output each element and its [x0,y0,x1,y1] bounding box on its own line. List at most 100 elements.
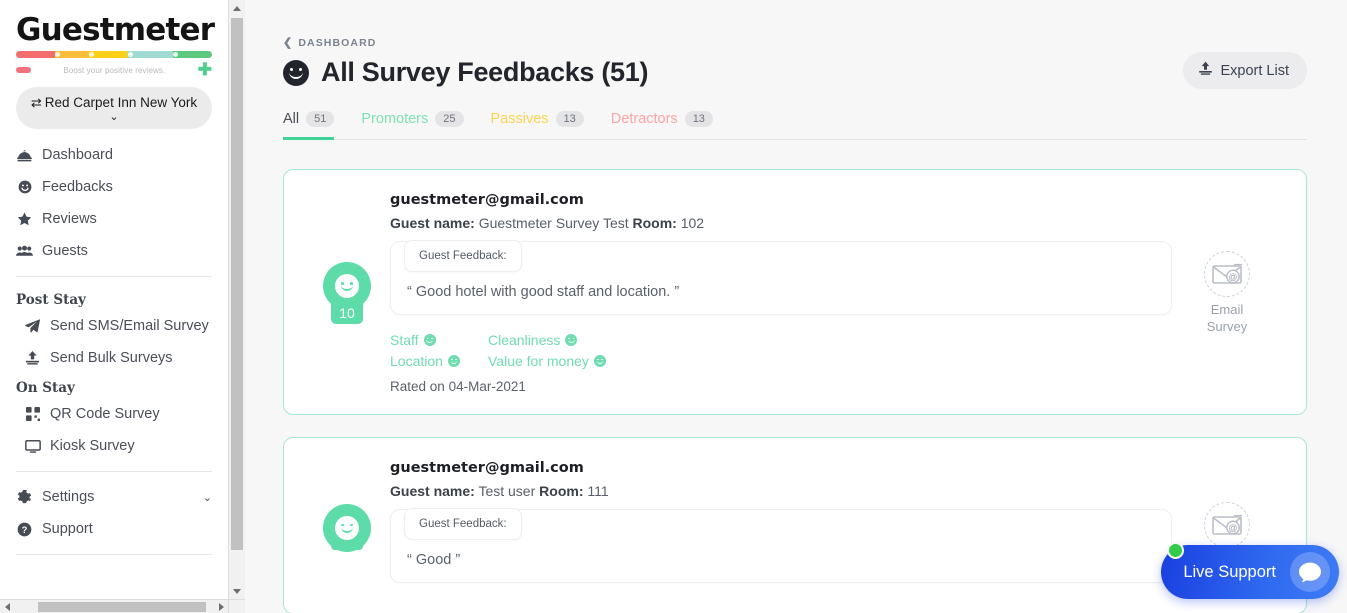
smiley-icon [16,180,33,194]
email-at-envelope-icon: @ [1204,501,1250,548]
breadcrumb-label: DASHBOARD [298,36,377,49]
scrollbar-corner [228,599,245,613]
feedback-filter-tabs: All 51 Promoters 25 Passives 13 Detracto… [283,111,1307,140]
chevron-down-icon[interactable]: ⌄ [203,491,212,504]
tab-label: Detractors [610,111,678,127]
tab-detractors[interactable]: Detractors 13 [611,111,713,140]
tab-count: 25 [435,111,464,127]
sidebar-item-label: Reviews [42,211,97,227]
dashboard-bell-icon [16,149,33,162]
happy-face-icon [447,355,460,367]
category-rating: Staff [390,332,488,348]
gear-icon [16,489,33,505]
svg-text:?: ? [22,524,28,534]
scroll-left-button[interactable] [0,600,14,613]
happy-face-icon [423,334,436,346]
tab-count: 13 [555,111,584,127]
chevron-left-icon: ❮ [283,37,294,49]
sidebar-item-support[interactable]: ? Support [0,513,228,545]
sidebar-group-on-stay: On Stay [16,380,75,396]
rated-on-prefix: Rated on [390,379,445,394]
live-support-button[interactable]: Live Support [1161,542,1339,599]
vertical-scrollbar-thumb[interactable] [231,18,243,550]
category-label: Value for money [488,353,589,369]
chat-bubble-icon [1290,552,1330,592]
sidebar-vertical-scrollbar[interactable] [228,0,245,600]
page-title-row: All Survey Feedbacks (51) [283,57,1307,88]
property-selector[interactable]: ⇄ Red Carpet Inn New York ⌄ [16,87,212,129]
main-inner: ❮ DASHBOARD All Survey Feedbacks (51) Ex… [245,0,1347,613]
qr-code-icon [24,407,41,421]
guest-email: guestmeter@gmail.com [390,460,584,476]
chevron-down-icon[interactable]: ⌄ [26,112,202,123]
sidebar-item-dashboard[interactable]: Dashboard [0,139,228,171]
export-list-label: Export List [1220,62,1290,79]
scroll-right-button[interactable] [214,600,228,613]
breadcrumb[interactable]: ❮ DASHBOARD [283,36,1307,50]
brand-tagline: Boost your positive reviews. [63,65,166,75]
feedback-card[interactable]: 10 guestmeter@gmail.com Guest name: Gues… [283,169,1307,415]
sidebar-item-label: Guests [42,243,88,259]
plus-icon: ✚ [197,60,212,79]
sidebar-horizontal-scrollbar[interactable] [0,599,245,613]
room-value: 102 [680,215,705,231]
nps-score-badge: 10 [323,262,371,324]
smiley-icon [283,59,309,86]
tab-count: 13 [684,111,713,127]
score-circle [323,262,371,310]
brand-logo-text: Guestmeter [16,12,215,48]
category-label: Staff [390,332,419,348]
guest-email: guestmeter@gmail.com [390,192,584,208]
category-rating: Cleanliness [488,332,1172,348]
sidebar-item-guests[interactable]: Guests [0,235,228,267]
tab-label: Promoters [361,111,429,127]
tab-all[interactable]: All 51 [283,111,335,140]
sidebar-item-reviews[interactable]: Reviews [0,203,228,235]
feedback-card-list: 10 guestmeter@gmail.com Guest name: Gues… [283,169,1307,613]
category-rating: Location [390,353,488,369]
sidebar-item-send-sms-email-survey[interactable]: Send SMS/Email Survey [0,310,228,342]
score-circle [323,503,371,552]
happy-face-icon [335,274,359,298]
star-icon [16,212,33,226]
sidebar-item-label: Dashboard [42,147,113,163]
sidebar-item-send-bulk-surveys[interactable]: Send Bulk Surveys [0,342,228,374]
online-status-dot [1167,542,1185,559]
tab-passives[interactable]: Passives 13 [491,111,584,140]
scroll-down-button[interactable] [229,583,245,600]
swap-icon: ⇄ [30,95,42,110]
feedback-card[interactable]: guestmeter@gmail.com Guest name: Test us… [283,437,1307,613]
paper-plane-icon [24,319,41,333]
sidebar-item-label: Send SMS/Email Survey [50,318,209,334]
category-rating: Value for money [488,353,1172,369]
export-list-button[interactable]: Export List [1182,52,1307,89]
sidebar-item-qr-code-survey[interactable]: QR Code Survey [0,398,228,430]
room-value: 111 [587,483,609,499]
guest-name-value: Guestmeter Survey Test [478,215,629,231]
guest-feedback-label: Guest Feedback: [404,240,522,272]
horizontal-scrollbar-thumb[interactable] [38,602,206,612]
sidebar-item-kiosk-survey[interactable]: Kiosk Survey [0,430,228,462]
brand-color-bar [16,51,212,58]
happy-face-icon [593,355,606,367]
scroll-up-button[interactable] [229,0,245,17]
question-circle-icon: ? [16,522,33,537]
brand-block: Guestmeter Boost your positive reviews. … [0,0,228,79]
sidebar-divider-3 [16,554,212,555]
guest-meta: Guest name: Test user Room: 111 [390,483,1172,499]
live-support-label: Live Support [1183,562,1276,581]
feedback-body: guestmeter@gmail.com Guest name: Test us… [386,460,1172,593]
sidebar-item-label: Feedbacks [42,179,113,195]
category-label: Cleanliness [488,332,561,348]
tab-promoters[interactable]: Promoters 25 [361,111,464,140]
sidebar-nav: Dashboard Feedbacks Reviews Guests Post … [0,139,228,555]
email-at-envelope-icon: @ [1204,251,1250,297]
app-root: Guestmeter Boost your positive reviews. … [0,0,1347,613]
happy-face-icon [335,515,359,540]
sidebar-item-feedbacks[interactable]: Feedbacks [0,171,228,203]
sidebar-item-settings[interactable]: Settings ⌄ [0,481,228,513]
guest-name-value: Test user [478,483,536,499]
property-name: Red Carpet Inn New York [44,95,198,110]
score-value: 10 [331,304,363,324]
sidebar-scroll-content: Guestmeter Boost your positive reviews. … [0,0,228,600]
